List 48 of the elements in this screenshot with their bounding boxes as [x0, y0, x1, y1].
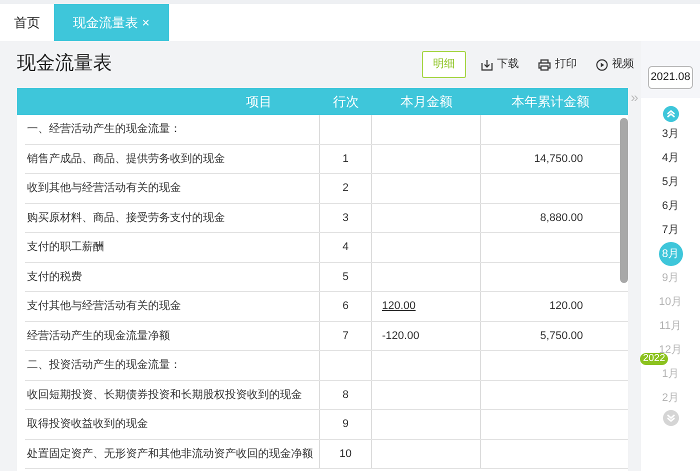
- column-header: 行次: [333, 92, 359, 111]
- printer-icon: [538, 58, 551, 70]
- table-cell-text: 购买原材料、商品、接受劳务支付的现金: [27, 210, 225, 226]
- table-cell-text: 8,880.00: [540, 210, 583, 226]
- table-cell-text: 销售产成品、商品、提供劳务收到的现金: [27, 152, 225, 166]
- table-cell-text: 取得投资收益收到的现金: [27, 417, 148, 432]
- scroll-up-icon[interactable]: [662, 106, 678, 122]
- table-cell-text: 5: [342, 270, 349, 284]
- table-cell-text: 3: [342, 210, 349, 226]
- amount-link[interactable]: 120.00: [382, 298, 416, 314]
- month-item[interactable]: 3月: [660, 126, 680, 142]
- month-item[interactable]: 4月: [660, 150, 680, 166]
- month-item[interactable]: 7月: [660, 222, 680, 238]
- period-field[interactable]: 2021.08: [648, 66, 694, 89]
- table-cell-text: 7: [342, 328, 349, 344]
- table-cell-text: 支付的职工薪酬: [27, 240, 104, 255]
- table-cell-text: -120.00: [382, 328, 420, 344]
- table-cell-text: 收到其他与经营活动有关的现金: [27, 180, 181, 196]
- download-icon: [481, 58, 493, 70]
- table-cell-text: 支付其他与经营活动有关的现金: [27, 298, 181, 314]
- year-badge: 2022: [640, 353, 668, 365]
- table-cell-text: 收回短期投资、长期债券投资和长期股权投资收到的现金: [27, 388, 302, 402]
- print-button[interactable]: 打印: [535, 52, 580, 76]
- play-icon: [596, 58, 608, 70]
- column-header: 本月金额: [400, 92, 452, 111]
- table-cell-text: 5,750.00: [540, 328, 583, 344]
- table-cell-text: 二、投资活动产生的现金流量：: [27, 358, 181, 373]
- table-cell-text: 10: [339, 446, 352, 462]
- column-header: 项目: [246, 92, 272, 111]
- table-cell-text: 2: [342, 181, 349, 196]
- table-cell-text: 8: [342, 388, 349, 402]
- page-title: 现金流量表: [17, 52, 112, 76]
- table-cell-text: 处置固定资产、无形资产和其他非流动资产收回的现金净额: [27, 446, 313, 462]
- month-item[interactable]: 5月: [660, 174, 680, 190]
- table-cell-text: 一、经营活动产生的现金流量：: [27, 122, 181, 137]
- table-cell-text: 支付的税费: [27, 270, 82, 284]
- scroll-down-icon[interactable]: [662, 410, 678, 426]
- video-button[interactable]: 视频: [593, 52, 637, 76]
- table-cell-text: 4: [342, 240, 349, 255]
- table-cell-text: 经营活动产生的现金流量净额: [27, 328, 170, 344]
- table-cell-text: 120.00: [549, 299, 583, 314]
- table-cell-text: 6: [342, 299, 349, 314]
- table-cell-text: 9: [342, 417, 349, 432]
- month-item[interactable]: 6月: [660, 198, 680, 214]
- download-button[interactable]: 下载: [478, 52, 522, 76]
- table-cell-text: 14,750.00: [534, 152, 583, 166]
- column-header: 本年累计金额: [512, 92, 590, 111]
- table-cell-text: 1: [342, 152, 349, 166]
